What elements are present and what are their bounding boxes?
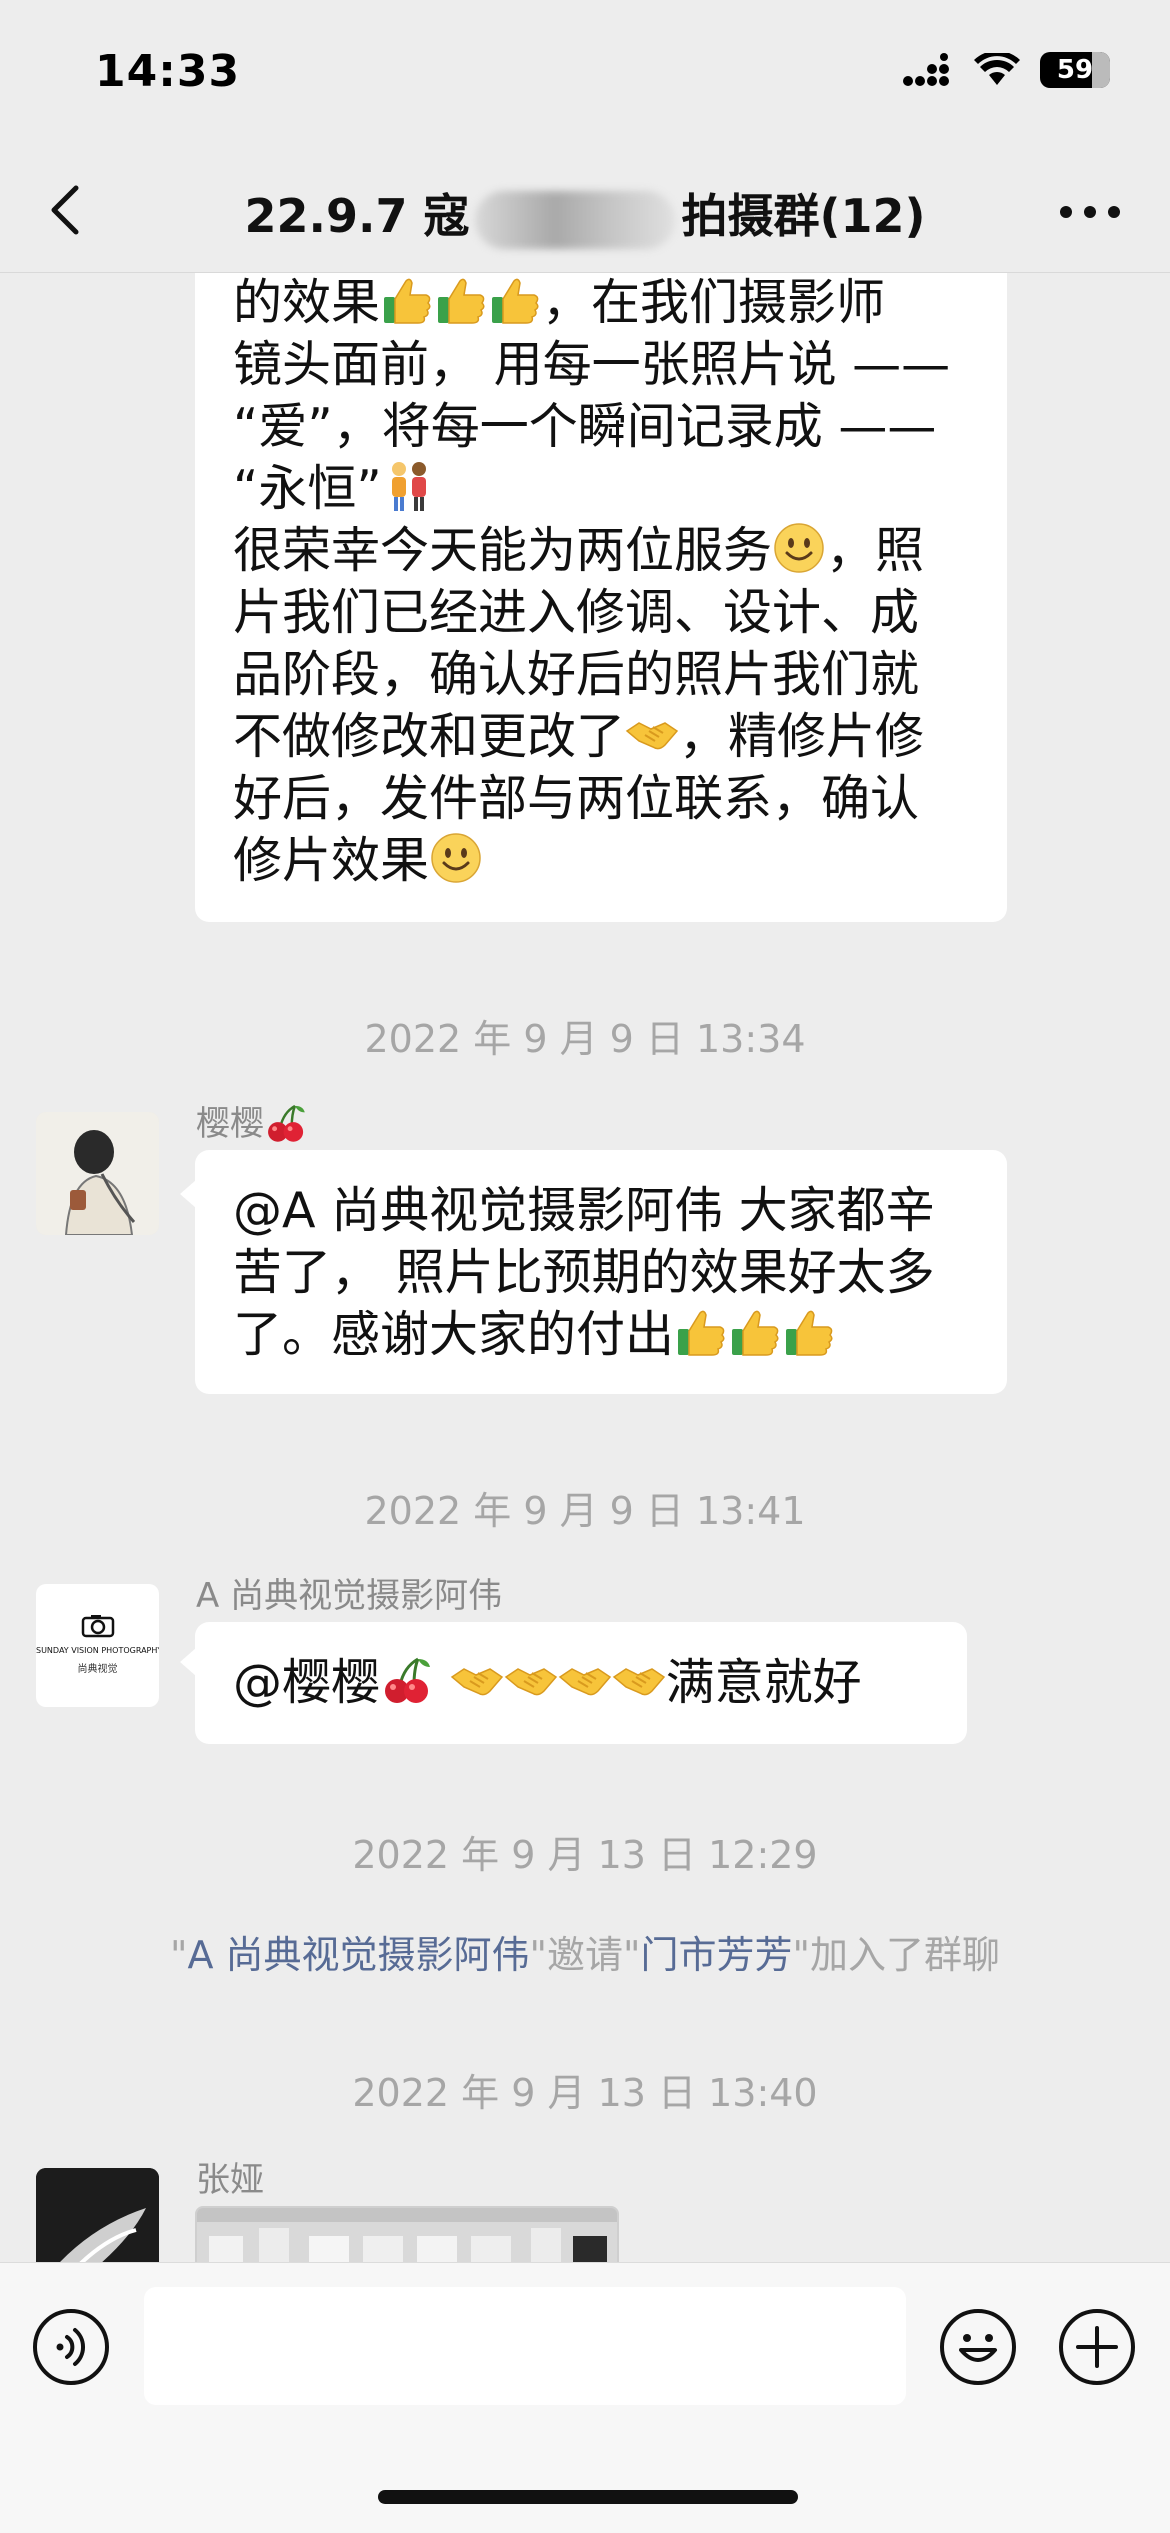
page-title: 22.9.7 寇 拍摄群(12) bbox=[0, 180, 1170, 249]
message-text: 片我们已经进入修调、设计、成 bbox=[233, 584, 920, 641]
timestamp: 2022 年 9 月 13 日 13:40 bbox=[352, 2071, 818, 2115]
timestamp: 2022 年 9 月 13 日 12:29 bbox=[352, 1833, 818, 1877]
status-bar: 14:33 59 bbox=[0, 0, 1170, 150]
couple-emoji bbox=[391, 462, 426, 511]
message-bubble[interactable]: @A 尚典视觉摄影阿伟 大家都辛 苦了， 照片比预期的效果好太多 了。感谢大家的… bbox=[195, 1150, 1007, 1394]
emoji-icon[interactable] bbox=[939, 2308, 1017, 2386]
message-text: “爱”，将每一个瞬间记录成 —— bbox=[233, 398, 937, 455]
plus-icon[interactable] bbox=[1058, 2308, 1136, 2386]
message-text: 很荣幸今天能为两位服务 bbox=[233, 522, 773, 579]
thumbs-up-emoji bbox=[383, 278, 431, 324]
message-text: 了。感谢大家的付出 bbox=[233, 1306, 675, 1363]
message-text: @A 尚典视觉摄影阿伟 大家都辛 bbox=[233, 1182, 935, 1239]
title-redaction bbox=[475, 190, 676, 249]
thumbs-up-emoji bbox=[491, 278, 539, 324]
avatar-caption: 尚典视觉 bbox=[77, 1664, 118, 1675]
message-text: 的效果 bbox=[233, 274, 381, 331]
handshake-emoji bbox=[612, 1668, 665, 1696]
message-bubble[interactable]: @樱樱 满意就好 bbox=[195, 1622, 967, 1744]
message-text: @樱樱 bbox=[233, 1654, 381, 1711]
message-text: “永恒” bbox=[233, 460, 382, 517]
sender-name: 张娅 bbox=[196, 2160, 264, 2200]
handshake-emoji bbox=[558, 1668, 611, 1696]
thumbs-up-emoji bbox=[437, 278, 485, 324]
more-icon[interactable] bbox=[1060, 206, 1120, 218]
cherry-emoji bbox=[266, 1104, 306, 1143]
status-time: 14:33 bbox=[95, 46, 241, 97]
thumbs-up-emoji bbox=[785, 1310, 833, 1356]
avatar-caption: SUNDAY VISION PHOTOGRAPHY bbox=[36, 1646, 159, 1655]
message-input[interactable] bbox=[144, 2287, 906, 2405]
message-text: ，在我们摄影师 bbox=[542, 274, 886, 331]
timestamp: 2022 年 9 月 9 日 13:34 bbox=[364, 1017, 806, 1061]
nav-bar: 22.9.7 寇 拍摄群(12) bbox=[0, 150, 1170, 273]
avatar[interactable] bbox=[36, 1112, 159, 1235]
message-text: 修片效果 bbox=[233, 832, 430, 889]
message-text: ，照 bbox=[826, 522, 925, 579]
message-text: 好后，发件部与两位联系，确认 bbox=[233, 770, 920, 827]
status-icons: 59 bbox=[902, 52, 1110, 88]
message-text: ，精修片修 bbox=[679, 708, 925, 765]
handshake-emoji bbox=[450, 1668, 503, 1696]
camera-logo-icon bbox=[81, 1615, 114, 1638]
timestamp: 2022 年 9 月 9 日 13:41 bbox=[364, 1489, 806, 1533]
avatar[interactable] bbox=[36, 2168, 159, 2262]
wifi-icon bbox=[974, 53, 1020, 85]
image-message[interactable] bbox=[195, 2206, 619, 2262]
handshake-emoji bbox=[504, 1668, 557, 1696]
message-text: 不做修改和更改了 bbox=[233, 708, 626, 765]
sender-name: 樱樱 bbox=[196, 1096, 308, 1145]
system-message: "A 尚典视觉摄影阿伟"邀请"门市芳芳"加入了群聊 bbox=[169, 1933, 1001, 1977]
message-text: 品阶段，确认好后的照片我们就 bbox=[233, 646, 920, 703]
message-text: 苦了， 照片比预期的效果好太多 bbox=[233, 1244, 935, 1301]
inviter-link[interactable]: A 尚典视觉摄影阿伟 bbox=[187, 1933, 529, 1977]
title-right: 拍摄群(12) bbox=[681, 189, 926, 243]
message-text: 镜头面前， 用每一张照片说 —— bbox=[233, 336, 951, 393]
cherry-emoji bbox=[383, 1657, 432, 1705]
smile-emoji bbox=[773, 522, 825, 574]
handshake-emoji bbox=[626, 722, 679, 750]
signal-icon bbox=[903, 53, 949, 86]
home-indicator[interactable] bbox=[378, 2490, 798, 2504]
battery-level: 59 bbox=[1056, 55, 1094, 85]
avatar[interactable]: SUNDAY VISION PHOTOGRAPHY 尚典视觉 bbox=[36, 1584, 159, 1707]
chat-area[interactable]: 的效果 ，在我们摄影师 镜头面前， 用每一张照片说 —— “爱”，将每一个瞬间记录… bbox=[0, 272, 1170, 2262]
message-bubble[interactable]: 的效果 ，在我们摄影师 镜头面前， 用每一张照片说 —— “爱”，将每一个瞬间记录… bbox=[195, 272, 1007, 922]
sender-name: A 尚典视觉摄影阿伟 bbox=[196, 1576, 503, 1616]
thumbs-up-emoji bbox=[677, 1310, 725, 1356]
battery-indicator: 59 bbox=[1040, 52, 1110, 88]
title-left: 22.9.7 寇 bbox=[244, 189, 470, 243]
smile-emoji bbox=[430, 832, 482, 884]
message-text: 满意就好 bbox=[665, 1654, 862, 1711]
voice-icon[interactable] bbox=[32, 2308, 110, 2386]
thumbs-up-emoji bbox=[731, 1310, 779, 1356]
invitee-link[interactable]: 门市芳芳 bbox=[641, 1933, 793, 1977]
